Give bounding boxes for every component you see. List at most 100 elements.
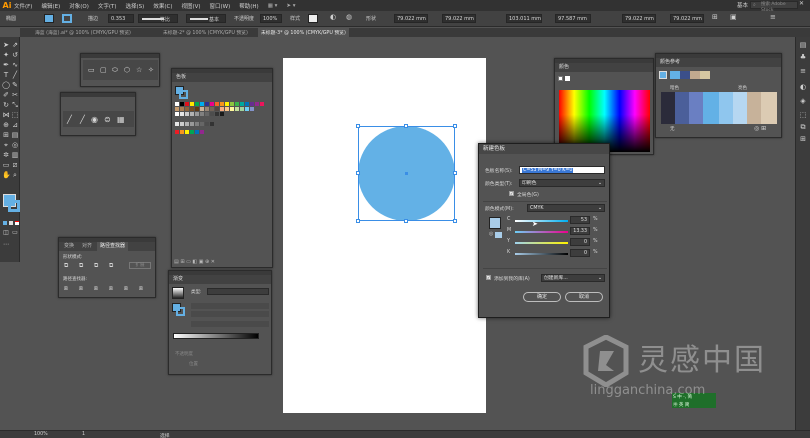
outline-icon[interactable]: ⧈ [124, 285, 128, 293]
paintbrush-tool-icon[interactable]: ╱ [67, 115, 72, 124]
layers-stack-icon[interactable]: ◈ [799, 97, 807, 105]
stroke-weight-field[interactable]: 0.353 [108, 14, 134, 23]
selection-tool-icon[interactable]: ➤ [2, 41, 10, 49]
resize-handle[interactable] [453, 171, 457, 175]
ellipse-icon[interactable]: ⬭ [112, 66, 118, 75]
swatches-panel-title[interactable]: 色板 [172, 73, 272, 82]
graph-tool-icon[interactable]: ▥ [11, 151, 19, 159]
page-number[interactable]: 1 [82, 432, 85, 437]
layout-icon[interactable]: ▦ ▾ [268, 3, 278, 9]
color-type-select[interactable]: 印刷色 ⌄ [519, 179, 605, 187]
stock-search-input[interactable]: ⌕ 搜索 Adobe Stock [750, 1, 798, 13]
send-icon[interactable]: ➤ ▾ [286, 3, 295, 9]
shape-width-field[interactable]: 79.022 mm [394, 14, 428, 23]
w-field[interactable]: 79.022 mm [622, 14, 656, 23]
menu-select[interactable]: 选择(S) [126, 2, 145, 10]
shape-builder-icon[interactable]: ⊕ [2, 121, 10, 129]
scale-icon[interactable]: ⤡ [11, 101, 19, 109]
globe-icon[interactable]: ◍ [346, 13, 352, 21]
intersect-icon[interactable]: ⧉ [94, 262, 98, 270]
gradient-type-select[interactable] [207, 288, 269, 295]
stroke-color-indicator[interactable] [8, 200, 20, 212]
channel-m-slider[interactable] [515, 231, 568, 233]
gradient-tool-icon[interactable]: ▤ [11, 131, 19, 139]
menu-file[interactable]: 文件(F) [14, 2, 32, 10]
web-safe-swatch[interactable] [495, 232, 502, 238]
harmony-strip[interactable] [670, 71, 710, 79]
tab-document-3[interactable]: 未标题-3* @ 100% (CMYK/GPU 预览) [258, 28, 349, 37]
free-transform-icon[interactable]: ⬚ [11, 111, 19, 119]
star-icon[interactable]: ☆ [136, 66, 142, 74]
resize-handle[interactable] [453, 219, 457, 223]
menu-window[interactable]: 窗口(W) [210, 2, 231, 10]
eyedropper-icon[interactable]: ⌖ [2, 141, 10, 149]
h-field[interactable]: 79.022 mm [670, 14, 704, 23]
panel-grip[interactable] [81, 54, 159, 58]
eraser-icon[interactable]: ✂ [11, 91, 19, 99]
pencil-tool-icon[interactable]: ╱ [80, 115, 85, 124]
color-variations-grid[interactable] [661, 92, 777, 124]
rotate-icon[interactable]: ↻ [2, 101, 10, 109]
eraser-tool-icon[interactable]: ▦ [117, 115, 125, 124]
swatch-grid[interactable] [175, 102, 267, 144]
channel-y-value[interactable]: 0 [570, 238, 590, 246]
brush-select[interactable] [186, 14, 226, 23]
blob-brush-icon[interactable]: ◉ [91, 115, 98, 124]
stroke-swatch[interactable] [62, 14, 72, 23]
color-mode-select[interactable]: CMYK ⌄ [527, 204, 605, 212]
color-guide-title[interactable]: 颜色参考 [656, 58, 781, 67]
transform-panel-icon[interactable]: ⊞ [799, 135, 807, 143]
cancel-button[interactable]: 取消 [565, 292, 603, 302]
channel-m-value[interactable]: 13.33 [570, 227, 590, 235]
artboard-tool-icon[interactable]: ▭ [2, 161, 10, 169]
resize-handle[interactable] [404, 219, 408, 223]
isolate-icon[interactable]: ▣ [730, 13, 737, 21]
transform-icon[interactable]: ⊞ [712, 13, 718, 21]
color-icon[interactable]: ◐ [799, 83, 807, 91]
menu-help[interactable]: 帮助(H) [239, 2, 258, 10]
mesh-icon[interactable]: ⊞ [2, 131, 10, 139]
variable-width-select[interactable] [138, 14, 178, 23]
menu-object[interactable]: 对象(O) [69, 2, 89, 10]
merge-icon[interactable]: ⧈ [94, 285, 98, 293]
width-tool-icon[interactable]: ⋈ [2, 111, 10, 119]
zoom-tool-icon[interactable]: ⌕ [11, 171, 19, 179]
hand-tool-icon[interactable]: ✋ [2, 171, 11, 179]
smooth-tool-icon[interactable]: ⊜ [104, 115, 111, 124]
perspective-icon[interactable]: ⊿ [11, 121, 19, 129]
workspace-switcher[interactable]: 基本 [737, 1, 748, 9]
channel-c-value[interactable]: 53 [570, 216, 590, 224]
menu-view[interactable]: 视图(V) [181, 2, 200, 10]
zoom-level[interactable]: 100% [34, 432, 48, 437]
angle-row[interactable] [191, 311, 269, 317]
gradient-preview[interactable] [172, 287, 184, 299]
unite-icon[interactable]: ⧉ [64, 262, 68, 270]
properties-icon[interactable]: ▤ [799, 41, 807, 49]
fill-swatch[interactable] [44, 14, 54, 23]
menu-type[interactable]: 文字(T) [98, 2, 117, 10]
menu-edit[interactable]: 编辑(E) [41, 2, 60, 10]
resize-handle[interactable] [453, 124, 457, 128]
library-select[interactable]: 创建新库... ⌄ [541, 274, 605, 282]
aspect-row[interactable] [191, 321, 269, 327]
edit-toolbar-icon[interactable]: ⋯ [2, 241, 10, 249]
none-mode-icon[interactable] [15, 221, 19, 225]
gradient-stroke-indicator[interactable] [176, 307, 185, 316]
shaper-icon[interactable]: ✐ [2, 91, 10, 99]
tab-transform[interactable]: 变换 [61, 242, 77, 251]
artboards-icon[interactable]: ⧉ [799, 123, 807, 131]
layers-icon[interactable]: ≡ [799, 67, 807, 75]
minus-back-icon[interactable]: ⧈ [139, 285, 143, 293]
asset-export-icon[interactable]: ⬚ [799, 111, 807, 119]
tab-pathfinder[interactable]: 路径查找器 [97, 242, 129, 251]
color-panel-title[interactable]: 颜色 [555, 63, 653, 72]
ok-button[interactable]: 确定 [523, 292, 561, 302]
expand-button[interactable]: 扩展 [129, 262, 151, 269]
type-tool-icon[interactable]: T [2, 71, 10, 79]
shape-height-field[interactable]: 79.022 mm [442, 14, 476, 23]
paintbrush-icon[interactable]: ✎ [11, 81, 19, 89]
polygon-icon[interactable]: ⬡ [124, 66, 130, 74]
menu-effect[interactable]: 效果(C) [153, 2, 172, 10]
gradient-panel-title[interactable]: 渐变 [169, 275, 271, 284]
close-icon[interactable]: ✕ [799, 0, 804, 7]
